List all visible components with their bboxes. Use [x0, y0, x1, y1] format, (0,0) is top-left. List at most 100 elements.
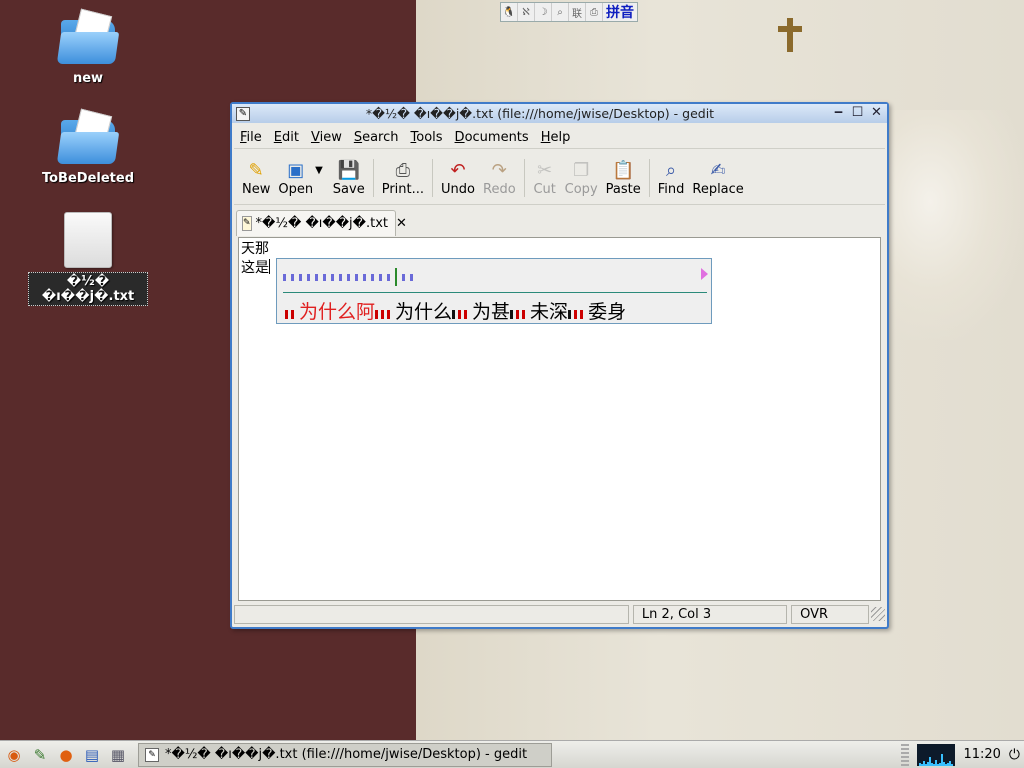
- preedit-mark: [339, 273, 342, 281]
- document-tab-bar: ✎ *�½� �ı��j�.txt ✕: [234, 208, 885, 236]
- new-button[interactable]: ✎ New: [238, 158, 274, 198]
- ime-mode-label[interactable]: 拼音: [603, 2, 637, 22]
- workspace-switcher-icon[interactable]: ▦: [106, 743, 130, 767]
- maximize-icon[interactable]: ☐: [849, 105, 866, 122]
- taskbar-window-button[interactable]: ✎ *�½� �ı��j�.txt (file:///home/jwise/De…: [138, 742, 552, 767]
- new-document-icon: ✎: [248, 159, 264, 181]
- wallpaper-wings: [890, 110, 1024, 340]
- ime-candidate[interactable]: 为甚: [452, 297, 510, 324]
- open-recent-dropdown-icon[interactable]: ▼: [315, 165, 323, 176]
- menu-tools[interactable]: Tools: [405, 130, 449, 145]
- desktop-icon-tobedeleted[interactable]: ToBeDeleted: [28, 108, 148, 187]
- ime-mode-icon[interactable]: ℵ: [518, 3, 535, 21]
- preedit-mark: [355, 273, 358, 281]
- desktop-icon-label: new: [72, 71, 104, 86]
- toolbar-separator: [432, 158, 434, 197]
- candidate-separator-mark: [568, 310, 572, 319]
- ime-candidate[interactable]: 委身: [568, 297, 626, 324]
- associate-icon[interactable]: 联: [569, 3, 586, 21]
- desktop-icon-new[interactable]: new: [28, 8, 148, 87]
- clock[interactable]: 11:20: [963, 747, 1000, 762]
- replace-button[interactable]: ✍ Replace: [688, 158, 747, 198]
- document-tab[interactable]: ✎ *�½� �ı��j�.txt ✕: [236, 210, 407, 236]
- folder-icon: [56, 8, 120, 66]
- printer-icon: ⎙: [395, 159, 411, 181]
- preedit-mark: [307, 273, 310, 281]
- desktop-icon-label: �½� �ı��j�.txt: [28, 272, 148, 306]
- open-folder-icon: ▣: [287, 159, 305, 181]
- candidate-separator-mark: [452, 310, 456, 319]
- print-button[interactable]: ⎙ Print...: [378, 158, 428, 198]
- firefox-icon[interactable]: ●: [54, 743, 78, 767]
- ime-preedit-string: [283, 267, 703, 287]
- magnifier-icon: ⌕: [666, 159, 677, 181]
- tab-close-icon[interactable]: ✕: [396, 216, 407, 231]
- redo-arrow-icon: ↷: [491, 159, 507, 181]
- desktop-icon-txt-file[interactable]: �½� �ı��j�.txt: [28, 212, 148, 306]
- status-message: [234, 604, 629, 624]
- open-button[interactable]: ▣ Open: [274, 158, 317, 198]
- cursor-position: Ln 2, Col 3: [632, 604, 788, 624]
- copy-button[interactable]: ❐ Copy: [561, 158, 602, 198]
- menu-documents[interactable]: Documents: [449, 130, 535, 145]
- insert-mode: OVR: [791, 604, 870, 624]
- penguin-icon[interactable]: 🐧: [501, 3, 518, 21]
- ubuntu-menu-icon[interactable]: ◉: [2, 743, 26, 767]
- menu-edit[interactable]: Edit: [268, 130, 305, 145]
- undo-button[interactable]: ↶ Undo: [437, 158, 479, 198]
- candidate-separator-mark: [510, 310, 514, 319]
- candidate-separator-mark: [375, 310, 379, 319]
- find-button[interactable]: ⌕ Find: [654, 158, 689, 198]
- candidate-separator-mark: [285, 310, 288, 319]
- save-button[interactable]: 💾 Save: [329, 158, 369, 198]
- cut-button[interactable]: ✂ Cut: [529, 158, 561, 198]
- candidate-separator-mark: [516, 310, 520, 319]
- ime-candidate-list: 为什么阿 为什么 为甚 未深 委身: [285, 297, 626, 323]
- replace-icon: ✍: [710, 159, 726, 181]
- menu-file[interactable]: File: [234, 130, 268, 145]
- preedit-mark: [315, 273, 318, 281]
- menu-help[interactable]: Help: [535, 130, 577, 145]
- preedit-mark: [323, 273, 326, 281]
- computer-icon[interactable]: ▤: [80, 743, 104, 767]
- menu-search[interactable]: Search: [348, 130, 405, 145]
- gedit-window: ✎ *�½� �ı��j�.txt (file:///home/jwise/De…: [230, 102, 889, 629]
- resize-grip-icon[interactable]: [871, 607, 885, 621]
- ime-status-bar: 🐧 ℵ ☽ ⌕ 联 ⎙ 拼音: [500, 2, 638, 22]
- lookup-icon[interactable]: ⌕: [552, 3, 569, 21]
- toolbar-separator: [523, 158, 525, 197]
- clipboard-icon: 📋: [611, 159, 635, 181]
- moon-icon[interactable]: ☽: [535, 3, 552, 21]
- candidate-separator-mark: [522, 310, 526, 319]
- preedit-mark: [299, 273, 302, 281]
- ime-candidate[interactable]: 为什么: [375, 297, 452, 324]
- window-menu-icon[interactable]: ✎: [236, 106, 250, 121]
- preedit-mark: [402, 273, 405, 281]
- menu-view[interactable]: View: [305, 130, 348, 145]
- power-icon[interactable]: ⏻: [1009, 747, 1020, 763]
- desktop-icon-label: ToBeDeleted: [41, 171, 134, 186]
- candidate-separator-mark: [574, 310, 578, 319]
- title-bar[interactable]: ✎ *�½� �ı��j�.txt (file:///home/jwise/De…: [232, 104, 887, 123]
- redo-button[interactable]: ↷ Redo: [479, 158, 520, 198]
- paste-button[interactable]: 📋 Paste: [602, 158, 645, 198]
- candidate-separator-mark: [458, 310, 462, 319]
- preedit-mark: [363, 273, 366, 281]
- ime-candidate[interactable]: 为什么阿: [285, 297, 375, 324]
- ime-candidate[interactable]: 未深: [510, 297, 568, 324]
- save-disk-icon: 💾: [337, 159, 360, 181]
- candidate-separator-mark: [387, 310, 391, 319]
- keyboard-icon[interactable]: ⎙: [586, 3, 603, 21]
- toolbar-separator: [372, 158, 374, 197]
- candidate-separator-mark: [381, 310, 385, 319]
- minimize-icon[interactable]: ‒: [830, 105, 847, 122]
- undo-arrow-icon: ↶: [450, 159, 466, 181]
- next-page-arrow-icon[interactable]: [701, 268, 708, 280]
- preedit-cursor: [395, 268, 397, 286]
- tab-label: *�½� �ı��j�.txt: [255, 216, 389, 231]
- system-monitor-graph[interactable]: [917, 743, 956, 766]
- close-icon[interactable]: ✕: [868, 105, 885, 122]
- text-editor-launcher-icon[interactable]: ✎: [28, 743, 52, 767]
- preedit-mark: [379, 273, 382, 281]
- ime-candidate-window: 为什么阿 为什么 为甚 未深 委身: [276, 258, 712, 324]
